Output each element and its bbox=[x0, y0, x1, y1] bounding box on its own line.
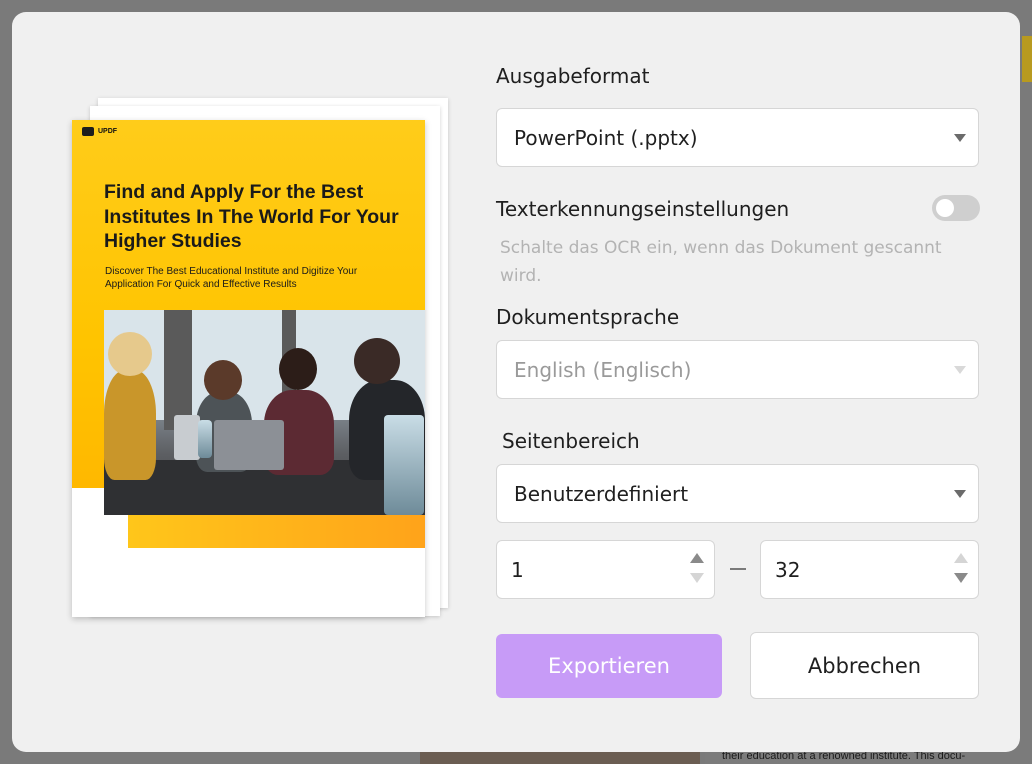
photo-person-head bbox=[279, 348, 317, 390]
ocr-settings-label: Texterkennungseinstellungen bbox=[496, 197, 790, 221]
chevron-down-icon bbox=[954, 365, 966, 374]
photo-laptop bbox=[214, 420, 284, 470]
stepper-up-icon[interactable] bbox=[954, 553, 968, 563]
background-tab bbox=[1022, 36, 1032, 82]
photo-bottle bbox=[384, 415, 424, 515]
page-to-input[interactable]: 32 bbox=[760, 540, 979, 599]
cover-white-corner bbox=[72, 488, 104, 548]
output-format-select[interactable]: PowerPoint (.pptx) bbox=[496, 108, 979, 167]
photo-person-head bbox=[108, 332, 152, 376]
range-separator bbox=[730, 568, 746, 570]
page-to-value: 32 bbox=[775, 557, 801, 582]
document-language-label: Dokumentsprache bbox=[496, 305, 680, 329]
photo-person bbox=[104, 370, 156, 480]
export-dialog: UPDF Find and Apply For the Best Institu… bbox=[12, 12, 1020, 752]
photo-person-head bbox=[354, 338, 400, 384]
cover-orange-band bbox=[128, 514, 425, 548]
photo-pillar bbox=[164, 310, 192, 430]
output-format-label: Ausgabeformat bbox=[496, 64, 650, 88]
photo-person-head bbox=[204, 360, 242, 400]
photo-laptop bbox=[174, 415, 200, 460]
chevron-down-icon bbox=[954, 489, 966, 498]
cover-logo-text: UPDF bbox=[98, 128, 118, 135]
ocr-toggle-knob bbox=[936, 199, 954, 217]
stepper-up-icon[interactable] bbox=[690, 553, 704, 563]
ocr-hint: Schalte das OCR ein, wenn das Dokument g… bbox=[500, 238, 942, 286]
chevron-down-icon bbox=[954, 133, 966, 142]
export-button[interactable]: Exportieren bbox=[496, 634, 722, 698]
page-from-input[interactable]: 1 bbox=[496, 540, 715, 599]
cover-title: Find and Apply For the Best Institutes I… bbox=[104, 181, 399, 252]
updf-logo-icon bbox=[82, 127, 94, 136]
page-from-value: 1 bbox=[511, 557, 524, 582]
document-language-value: English (Englisch) bbox=[514, 357, 692, 382]
stepper-down-icon[interactable] bbox=[690, 573, 704, 583]
page-range-value: Benutzerdefiniert bbox=[514, 481, 689, 506]
page-range-label: Seitenbereich bbox=[502, 429, 640, 453]
cover-photo bbox=[104, 310, 425, 515]
page-range-select[interactable]: Benutzerdefiniert bbox=[496, 464, 979, 523]
output-format-value: PowerPoint (.pptx) bbox=[514, 125, 698, 150]
document-preview: UPDF Find and Apply For the Best Institu… bbox=[70, 94, 450, 634]
page-from-stepper[interactable] bbox=[690, 553, 704, 585]
ocr-toggle[interactable] bbox=[932, 195, 980, 221]
cover-subtitle: Discover The Best Educational Institute … bbox=[105, 266, 358, 290]
preview-cover-page: UPDF Find and Apply For the Best Institu… bbox=[72, 120, 425, 617]
photo-bottle bbox=[198, 420, 212, 458]
cancel-button[interactable]: Abbrechen bbox=[750, 632, 979, 699]
page-to-stepper[interactable] bbox=[954, 553, 968, 585]
document-language-select[interactable]: English (Englisch) bbox=[496, 340, 979, 399]
stepper-down-icon[interactable] bbox=[954, 573, 968, 583]
cover-logo: UPDF bbox=[82, 127, 117, 136]
